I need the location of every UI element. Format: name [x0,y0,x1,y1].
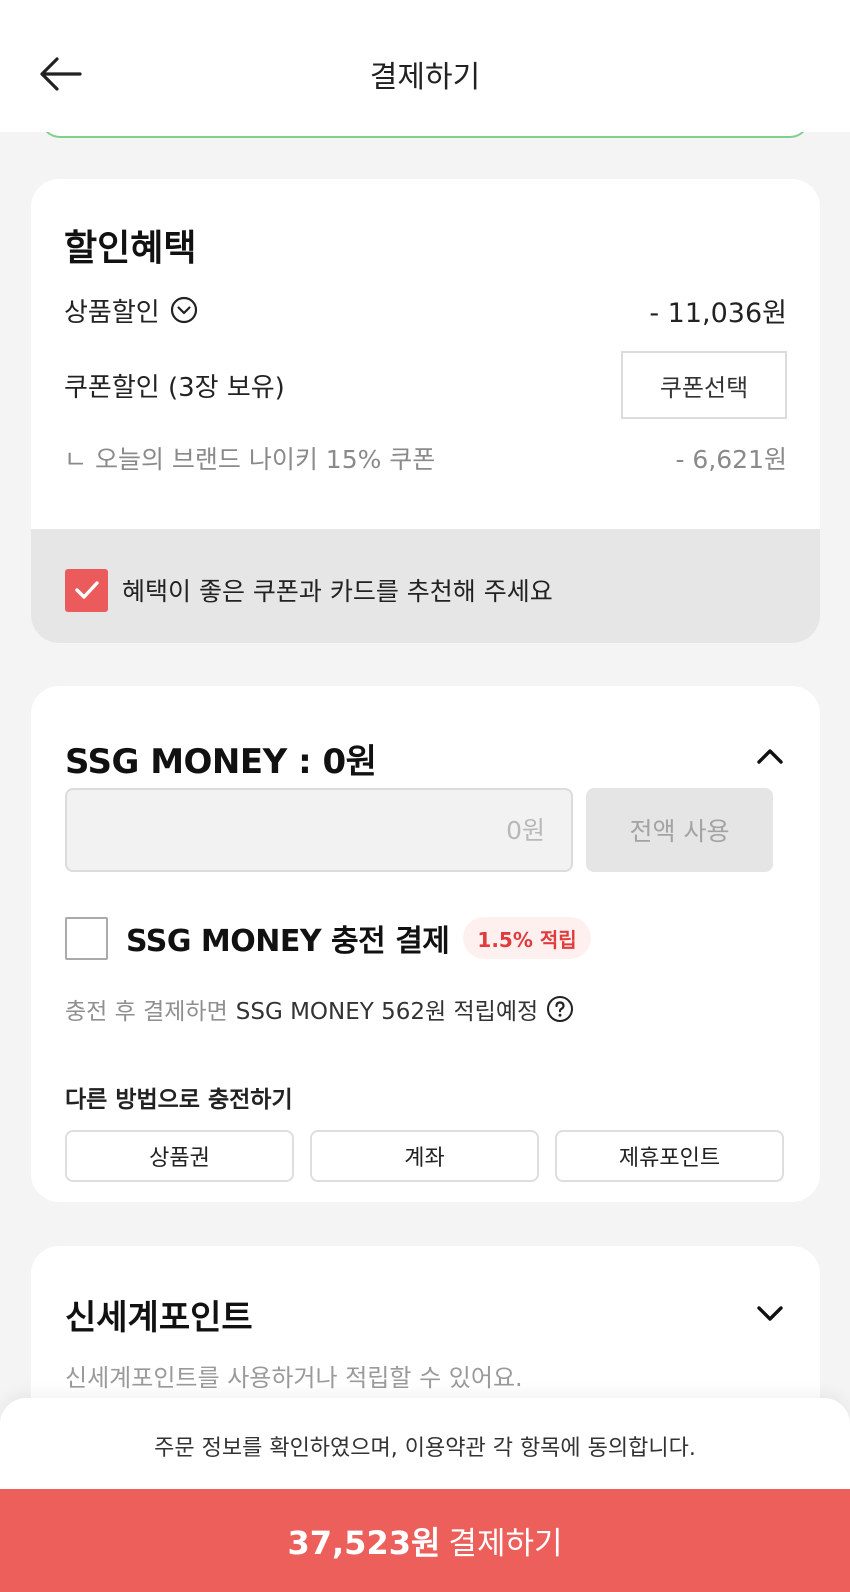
collapse-button[interactable] [750,736,790,776]
chevron-circle-down-icon [170,296,197,324]
discount-title: 할인혜택 [64,228,197,269]
discount-card: 할인혜택 상품할인 - 11,036원 쿠폰할인 (3장 보유) 쿠폰선택 ㄴ … [31,179,820,643]
recommend-checkbox[interactable] [65,568,108,612]
product-discount-amount: - 11,036원 [649,297,787,329]
recommend-label: 혜택이 좋은 쿠폰과 카드를 추천해 주세요 [122,577,553,606]
shinsegae-point-description: 신세계포인트를 사용하거나 적립할 수 있어요. [65,1364,523,1392]
ssg-money-amount-input[interactable] [65,788,573,872]
charge-pay-checkbox[interactable] [65,916,108,960]
product-discount-label-group[interactable]: 상품할인 [64,292,198,329]
accrue-note-main: SSG MONEY 562원 적립예정 [235,999,539,1025]
help-question-icon[interactable] [546,995,574,1023]
pay-amount: 37,523원 [287,1523,441,1562]
use-all-button[interactable]: 전액 사용 [586,788,773,872]
coupon-select-button[interactable]: 쿠폰선택 [621,351,787,419]
charge-pay-row: SSG MONEY 충전 결제 1.5% 적립 [65,916,591,960]
recommend-row[interactable]: 혜택이 좋은 쿠폰과 카드를 추천해 주세요 [31,529,820,643]
other-charge-title: 다른 방법으로 충전하기 [65,1087,293,1113]
chevron-down-icon [757,1306,783,1321]
gift-card-button[interactable]: 상품권 [65,1130,294,1182]
ssg-money-title: SSG MONEY : 0원 [65,742,377,782]
ssg-money-card: SSG MONEY : 0원 전액 사용 SSG MONEY 충전 결제 1.5… [31,686,820,1202]
accrue-note: 충전 후 결제하면 SSG MONEY 562원 적립예정 [65,992,574,1026]
applied-coupon-row: ㄴ 오늘의 브랜드 나이키 15% 쿠폰 - 6,621원 [64,437,787,479]
charge-pay-label: SSG MONEY 충전 결제 [126,924,450,959]
product-discount-label: 상품할인 [64,297,160,328]
chevron-up-icon [757,749,783,764]
bank-account-button[interactable]: 계좌 [310,1130,539,1182]
accrue-note-prefix: 충전 후 결제하면 [65,999,228,1025]
agreement-text: 주문 정보를 확인하였으며, 이용약관 각 항목에 동의합니다. [154,1436,696,1461]
coupon-discount-row: 쿠폰할인 (3장 보유) 쿠폰선택 [64,351,787,419]
reward-badge: 1.5% 적립 [463,917,591,959]
page-title: 결제하기 [369,60,481,95]
expand-button[interactable] [750,1294,790,1334]
applied-coupon-label: ㄴ 오늘의 브랜드 나이키 15% 쿠폰 [64,445,436,474]
product-discount-row: 상품할인 - 11,036원 [64,289,787,331]
applied-coupon-amount: - 6,621원 [675,445,787,474]
other-charge-options: 상품권 계좌 제휴포인트 [65,1130,784,1182]
app-header: 결제하기 [0,0,850,132]
partner-points-button[interactable]: 제휴포인트 [555,1130,784,1182]
shinsegae-point-title: 신세계포인트 [65,1298,253,1338]
payment-bottom-sheet: 주문 정보를 확인하였으며, 이용약관 각 항목에 동의합니다. 37,523원… [0,1398,850,1592]
pay-label: 결제하기 [448,1526,563,1562]
checkmark-icon [74,581,99,599]
pay-button[interactable]: 37,523원 결제하기 [0,1489,850,1592]
coupon-discount-label: 쿠폰할인 (3장 보유) [64,372,285,403]
